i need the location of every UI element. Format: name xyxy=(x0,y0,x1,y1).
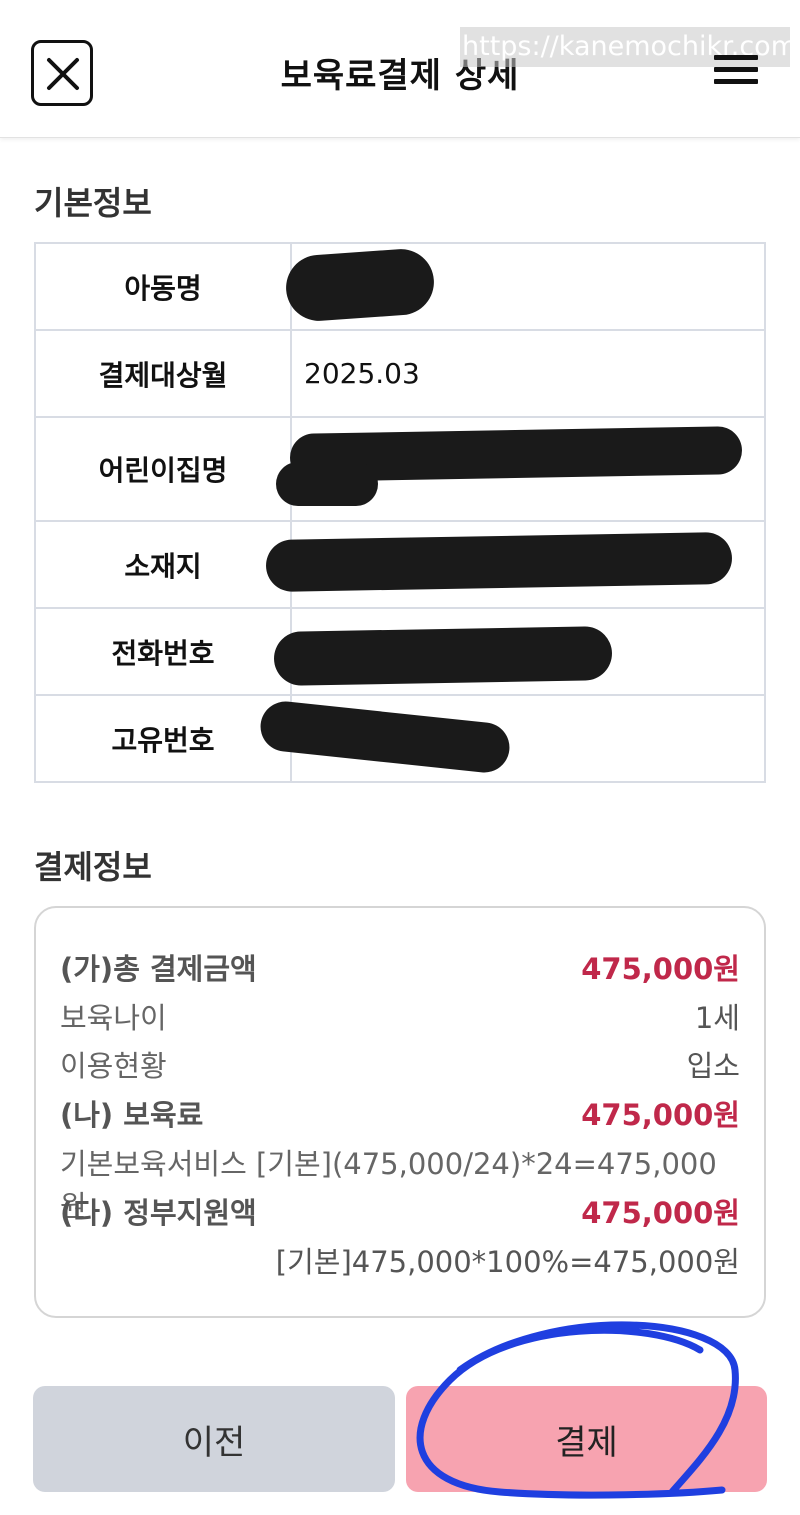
usage-status-row: 이용현황 입소 xyxy=(60,1043,740,1085)
payment-info-title: 결제정보 xyxy=(34,848,152,886)
redaction-mark xyxy=(273,626,613,686)
phone-value xyxy=(273,607,766,696)
care-fee-label: (나) 보육료 xyxy=(60,1098,204,1132)
care-fee-row: (나) 보육료 475,000원 xyxy=(60,1092,740,1134)
redaction-mark xyxy=(276,462,378,506)
table-row: 아동명 xyxy=(34,242,766,331)
table-row: 소재지 xyxy=(34,520,766,609)
gov-support-row: (다) 정부지원액 475,000원 xyxy=(60,1190,740,1232)
redaction-mark xyxy=(283,246,437,324)
gov-support-value: 475,000원 xyxy=(581,1196,740,1230)
table-row: 고유번호 xyxy=(34,694,766,783)
payment-info-card: (가)총 결제금액 475,000원 보육나이 1세 이용현황 입소 (나) 보… xyxy=(34,906,766,1318)
table-row: 결제대상월 2025.03 xyxy=(34,329,766,418)
redaction-mark xyxy=(265,531,733,593)
daycare-name-label: 어린이집명 xyxy=(34,416,292,522)
total-amount-value: 475,000원 xyxy=(581,952,740,986)
previous-button[interactable]: 이전 xyxy=(33,1386,395,1492)
basic-info-table: 아동명 결제대상월 2025.03 어린이집명 소재지 전화번호 고유번호 xyxy=(34,242,766,783)
app-header: 보육료결제 상세 https://kanemochikr.com xyxy=(0,0,800,138)
phone-label: 전화번호 xyxy=(34,607,292,696)
payment-month-value: 2025.03 xyxy=(290,329,766,418)
table-row: 전화번호 xyxy=(34,607,766,696)
address-label: 소재지 xyxy=(34,520,292,609)
hamburger-menu-icon xyxy=(714,55,762,84)
care-age-value: 1세 xyxy=(694,1001,740,1035)
care-age-label: 보육나이 xyxy=(60,1001,167,1035)
unique-id-value xyxy=(258,694,766,783)
usage-status-label: 이용현황 xyxy=(60,1049,167,1083)
basic-info-title: 기본정보 xyxy=(34,184,152,222)
pay-button[interactable]: 결제 xyxy=(406,1386,767,1492)
redaction-mark xyxy=(258,699,512,775)
total-amount-label: (가)총 결제금액 xyxy=(60,952,257,986)
menu-button[interactable] xyxy=(714,55,762,89)
care-age-row: 보육나이 1세 xyxy=(60,995,740,1037)
daycare-name-value xyxy=(276,416,766,522)
child-name-value xyxy=(283,242,766,331)
address-value xyxy=(265,520,766,609)
gov-support-label: (다) 정부지원액 xyxy=(60,1196,257,1230)
total-amount-row: (가)총 결제금액 475,000원 xyxy=(60,946,740,988)
unique-id-label: 고유번호 xyxy=(34,694,292,783)
payment-month-label: 결제대상월 xyxy=(34,329,292,418)
gov-support-detail: [기본]475,000*100%=475,000원 xyxy=(275,1245,740,1279)
child-name-label: 아동명 xyxy=(34,242,292,331)
care-fee-value: 475,000원 xyxy=(581,1098,740,1132)
usage-status-value: 입소 xyxy=(686,1049,740,1083)
table-row: 어린이집명 xyxy=(34,416,766,522)
